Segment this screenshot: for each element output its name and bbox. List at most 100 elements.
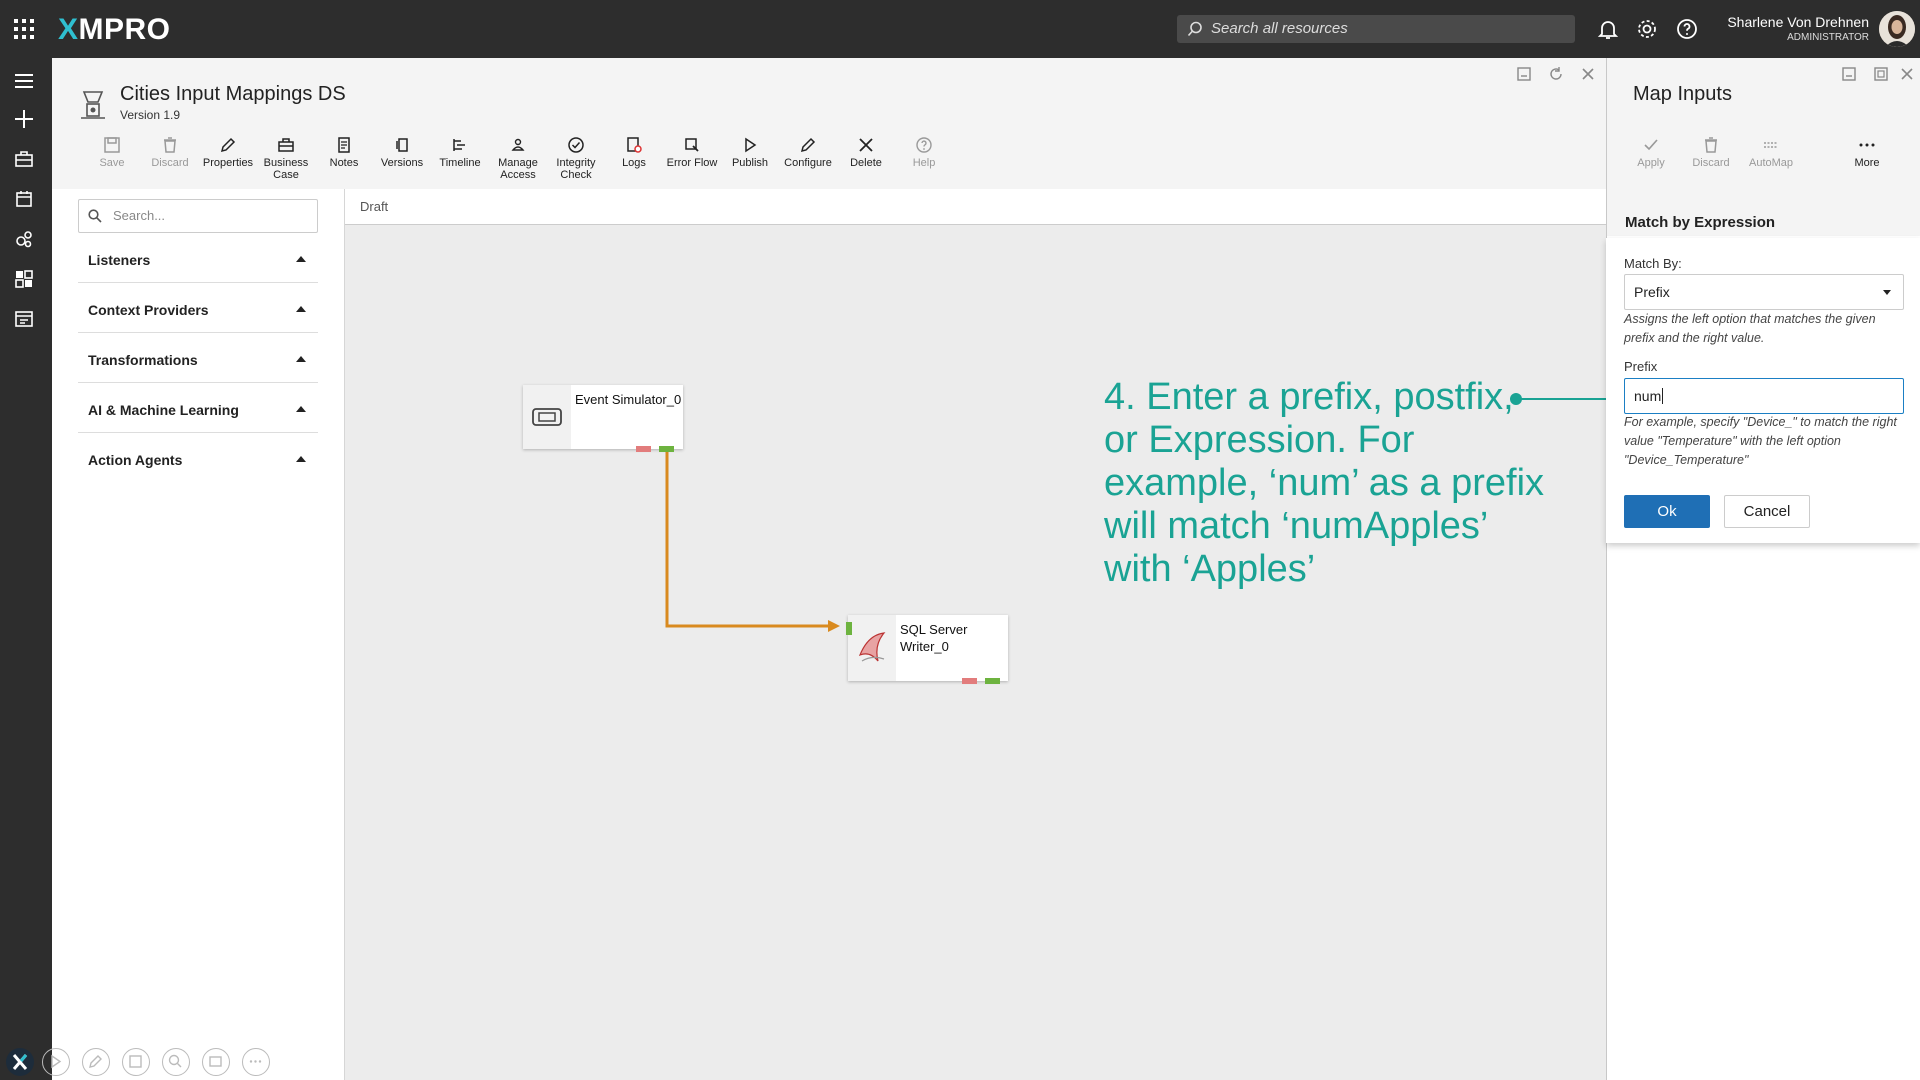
match-by-select[interactable]: Prefix	[1624, 274, 1904, 310]
close-icon[interactable]	[1897, 64, 1917, 84]
timeline-button[interactable]: Timeline	[430, 136, 490, 169]
properties-label: Properties	[202, 157, 254, 169]
category-context-providers[interactable]: Context Providers	[78, 283, 318, 333]
connector-line[interactable]	[665, 452, 835, 628]
node-event-simulator[interactable]: Event Simulator_0	[523, 385, 683, 452]
cancel-button[interactable]: Cancel	[1724, 495, 1810, 528]
bell-icon[interactable]	[1596, 17, 1620, 41]
logs-button[interactable]: Logs	[604, 136, 664, 169]
versions-label: Versions	[380, 157, 424, 169]
copy-icon[interactable]	[122, 1048, 150, 1076]
pencil-icon	[220, 137, 236, 153]
more-options-icon[interactable]	[242, 1048, 270, 1076]
search-icon	[88, 209, 102, 223]
map-inputs-panel: Map Inputs Apply Discard AutoMap More Ma…	[1606, 58, 1920, 1080]
caret-up-icon	[296, 256, 306, 262]
publish-button[interactable]: Publish	[720, 136, 780, 169]
versions-button[interactable]: Versions	[372, 136, 432, 169]
caret-up-icon	[296, 306, 306, 312]
refresh-icon[interactable]	[1546, 64, 1566, 84]
close-icon[interactable]	[1578, 64, 1598, 84]
global-search-input[interactable]: Search all resources	[1177, 15, 1575, 43]
connector-arrowhead	[828, 620, 840, 632]
match-by-expression-dialog: Match By: Prefix Assigns the left option…	[1606, 238, 1920, 543]
save-icon	[104, 137, 120, 153]
image-icon[interactable]	[202, 1048, 230, 1076]
integrity-check-button[interactable]: Integrity Check	[546, 136, 606, 181]
output-port[interactable]	[985, 678, 1000, 684]
notes-button[interactable]: Notes	[314, 136, 374, 169]
discard-button[interactable]: Discard	[140, 136, 200, 169]
help-icon[interactable]	[1675, 17, 1699, 41]
check-icon	[1644, 139, 1658, 151]
error-port[interactable]	[962, 678, 977, 684]
category-action-agents[interactable]: Action Agents	[78, 433, 318, 483]
error-flow-icon	[685, 138, 699, 152]
plus-icon[interactable]	[13, 108, 35, 130]
manage-access-button[interactable]: Manage Access	[488, 136, 548, 181]
help-label: Help	[912, 157, 936, 169]
output-port[interactable]	[659, 446, 674, 452]
notes-label: Notes	[329, 157, 359, 169]
business-case-button[interactable]: Business Case	[256, 136, 316, 181]
notes-icon	[338, 137, 350, 153]
save-label: Save	[99, 157, 125, 169]
category-ai-machine-learning[interactable]: AI & Machine Learning	[78, 383, 318, 433]
error-flow-button[interactable]: Error Flow	[662, 136, 722, 169]
simulator-icon	[532, 408, 562, 426]
user-name[interactable]: Sharlene Von Drehnen	[1727, 14, 1869, 30]
global-search-placeholder: Search all resources	[1211, 20, 1348, 37]
ok-button[interactable]: Ok	[1624, 495, 1710, 528]
help-button[interactable]: Help	[894, 136, 954, 169]
business-case-label: Business Case	[263, 157, 309, 181]
properties-button[interactable]: Properties	[198, 136, 258, 169]
prefix-label: Prefix	[1624, 359, 1658, 374]
avatar[interactable]	[1879, 11, 1915, 47]
app-window-icon[interactable]	[13, 308, 35, 330]
discard-mapping-button[interactable]: Discard	[1681, 136, 1741, 169]
category-transformations[interactable]: Transformations	[78, 333, 318, 383]
prefix-input[interactable]: num​	[1624, 378, 1904, 414]
annotation-pointer-dot	[1510, 393, 1522, 405]
timeline-label: Timeline	[439, 157, 481, 169]
prefix-help: For example, specify "Device_" to match …	[1624, 415, 1897, 467]
dashboard-icon[interactable]	[13, 268, 35, 290]
gears-icon[interactable]	[13, 228, 35, 250]
error-port[interactable]	[636, 446, 651, 452]
apply-button[interactable]: Apply	[1621, 136, 1681, 169]
discard-mapping-label: Discard	[1692, 157, 1730, 169]
edit-icon[interactable]	[82, 1048, 110, 1076]
design-canvas[interactable]: Draft Event Simulator_0 SQL Server Write…	[344, 189, 1607, 1080]
xmpro-x-logo-icon[interactable]	[6, 1048, 34, 1076]
save-button[interactable]: Save	[82, 136, 142, 169]
apps-grid-icon[interactable]	[14, 19, 34, 39]
run-icon[interactable]	[42, 1048, 70, 1076]
search-icon	[1187, 21, 1202, 37]
gear-icon[interactable]	[1635, 17, 1659, 41]
agent-search-placeholder: Search...	[113, 208, 166, 223]
map-inputs-title: Map Inputs	[1633, 83, 1732, 105]
discard-label: Discard	[151, 157, 189, 169]
zoom-icon[interactable]	[162, 1048, 190, 1076]
data-stream-icon	[81, 91, 105, 119]
minimize-icon[interactable]	[1514, 64, 1534, 84]
briefcase-icon[interactable]	[13, 148, 35, 170]
map-inputs-header: Map Inputs Apply Discard AutoMap More	[1607, 58, 1920, 236]
xmpro-logo[interactable]: XMPRO	[58, 13, 171, 47]
configure-button[interactable]: Configure	[778, 136, 838, 169]
automap-button[interactable]: AutoMap	[1741, 136, 1801, 169]
category-label: Action Agents	[88, 452, 183, 468]
left-rail	[0, 58, 52, 1080]
agent-search-input[interactable]: Search...	[78, 199, 318, 233]
hamburger-menu-icon[interactable]	[13, 70, 35, 92]
delete-button[interactable]: Delete	[836, 136, 896, 169]
calendar-icon[interactable]	[13, 188, 35, 210]
node-sql-server-writer[interactable]: SQL Server Writer_0	[846, 615, 1008, 684]
minimize-icon[interactable]	[1839, 64, 1859, 84]
more-button[interactable]: More	[1837, 136, 1897, 169]
category-listeners[interactable]: Listeners	[78, 233, 318, 283]
versions-icon	[396, 138, 408, 152]
maximize-icon[interactable]	[1871, 64, 1891, 84]
input-port[interactable]	[846, 622, 852, 635]
section-title: Match by Expression	[1625, 214, 1776, 231]
